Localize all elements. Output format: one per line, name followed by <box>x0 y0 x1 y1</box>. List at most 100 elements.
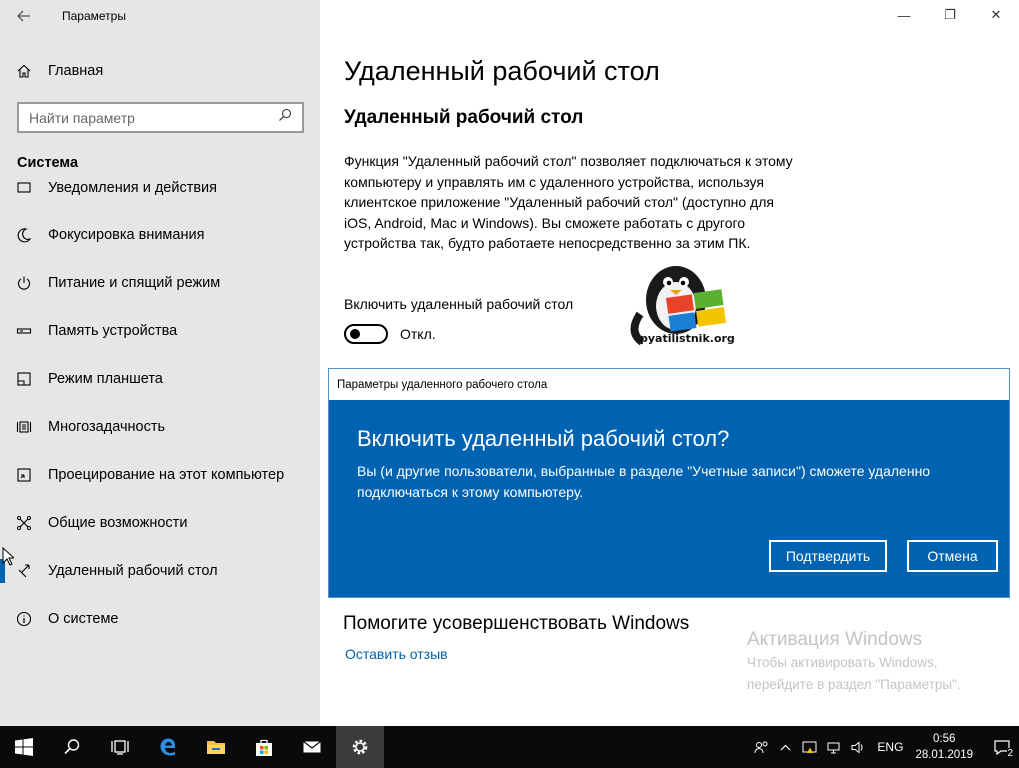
mail-icon <box>303 741 321 753</box>
start-button[interactable] <box>0 726 48 768</box>
sidebar-item-label: Главная <box>48 63 104 79</box>
window-controls: — ❐ ✕ <box>881 0 1019 30</box>
sidebar-item-multitasking[interactable]: Многозадачность <box>0 407 320 447</box>
clock-date: 28.01.2019 <box>915 749 973 761</box>
action-warning-button[interactable] <box>797 726 821 768</box>
chevron-up-icon <box>780 744 791 750</box>
toggle-row: Откл. <box>344 324 436 344</box>
sidebar-item-label: Уведомления и действия <box>48 180 217 196</box>
dialog-heading: Включить удаленный рабочий стол? <box>357 426 730 451</box>
back-button[interactable] <box>0 0 48 32</box>
action-center-button[interactable]: 2 <box>985 726 1019 768</box>
notification-count: 2 <box>1007 748 1013 759</box>
back-arrow-icon <box>17 10 30 22</box>
projecting-icon <box>0 467 48 483</box>
info-icon <box>0 611 48 627</box>
task-view-icon <box>111 740 129 755</box>
toggle-label: Включить удаленный рабочий стол <box>344 296 574 312</box>
settings-button[interactable] <box>336 726 384 768</box>
system-tray: ENG 0:56 28.01.2019 2 <box>749 726 1019 768</box>
restore-button[interactable]: ❐ <box>927 0 973 30</box>
close-button[interactable]: ✕ <box>973 0 1019 30</box>
search-input[interactable] <box>29 109 259 126</box>
sidebar-item-label: Удаленный рабочий стол <box>48 563 218 579</box>
watermark-line: перейдите в раздел "Параметры". <box>747 677 961 692</box>
sidebar-item-storage[interactable]: Память устройства <box>0 311 320 351</box>
language-indicator[interactable]: ENG <box>877 740 903 754</box>
search-box[interactable] <box>17 102 304 133</box>
network-icon <box>827 742 840 753</box>
sidebar: Параметры Главная Система Уведомления и … <box>0 0 320 726</box>
sidebar-item-label: Питание и спящий режим <box>48 275 221 291</box>
start-icon <box>15 738 33 756</box>
store-icon <box>256 739 272 756</box>
logo-text: pyatilistnik.org <box>640 332 735 345</box>
dialog-titlebar: Параметры удаленного рабочего стола <box>329 369 1009 400</box>
multitasking-icon <box>0 419 48 435</box>
description-text: Функция "Удаленный рабочий стол" позволя… <box>344 153 793 251</box>
volume-button[interactable] <box>845 726 869 768</box>
search-button[interactable] <box>48 726 96 768</box>
edge-button[interactable] <box>144 726 192 768</box>
notifications-icon <box>0 180 48 196</box>
minimize-button[interactable]: — <box>881 0 927 30</box>
sidebar-item-focus-assist[interactable]: Фокусировка внимания <box>0 215 320 255</box>
clock-time: 0:56 <box>933 733 956 745</box>
sidebar-item-label: Фокусировка внимания <box>48 227 205 243</box>
focus-assist-icon <box>0 227 48 243</box>
settings-icon <box>352 739 368 755</box>
sidebar-item-power[interactable]: Питание и спящий режим <box>0 263 320 303</box>
titlebar: Параметры <box>0 0 320 32</box>
warning-flag-icon <box>802 741 817 753</box>
cancel-button[interactable]: Отмена <box>907 540 998 572</box>
mail-button[interactable] <box>288 726 336 768</box>
sidebar-item-shared-experiences[interactable]: Общие возможности <box>0 503 320 543</box>
search-icon <box>64 739 80 755</box>
volume-icon <box>851 741 863 753</box>
sidebar-item-about[interactable]: О системе <box>0 599 320 639</box>
sidebar-item-label: Память устройства <box>48 323 178 339</box>
app-title: Параметры <box>62 9 126 23</box>
home-icon <box>0 63 48 79</box>
page-title: Удаленный рабочий стол <box>344 56 660 86</box>
sidebar-item-label: Общие возможности <box>48 515 188 531</box>
taskbar: ENG 0:56 28.01.2019 2 <box>0 726 1019 768</box>
confirm-button[interactable]: Подтвердить <box>769 540 887 572</box>
people-icon <box>754 741 768 753</box>
file-explorer-button[interactable] <box>192 726 240 768</box>
shared-experiences-icon <box>0 515 48 531</box>
dialog-body: Вы (и другие пользователи, выбранные в р… <box>357 463 931 500</box>
task-view-button[interactable] <box>96 726 144 768</box>
mouse-cursor-icon <box>2 547 14 566</box>
main-content: — ❐ ✕ Удаленный рабочий стол Удаленный р… <box>320 0 1019 726</box>
sidebar-item-label: О системе <box>48 611 119 627</box>
storage-icon <box>0 323 48 339</box>
remote-desktop-toggle[interactable] <box>344 324 388 344</box>
tablet-icon <box>0 371 48 387</box>
search-icon[interactable] <box>278 108 292 127</box>
sidebar-item-tablet[interactable]: Режим планшета <box>0 359 320 399</box>
activation-watermark: Активация Windows Чтобы активировать Win… <box>747 629 961 695</box>
sidebar-item-projecting[interactable]: Проецирование на этот компьютер <box>0 455 320 495</box>
clock[interactable]: 0:56 28.01.2019 <box>915 731 973 763</box>
toggle-state-label: Откл. <box>400 326 436 342</box>
watermark-line: Чтобы активировать Windows, <box>747 655 938 670</box>
sidebar-item-label: Проецирование на этот компьютер <box>48 467 285 483</box>
show-hidden-icons-button[interactable] <box>773 726 797 768</box>
people-button[interactable] <box>749 726 773 768</box>
power-icon <box>0 275 48 291</box>
section-title: Удаленный рабочий стол <box>344 107 584 128</box>
sidebar-item-notifications[interactable]: Уведомления и действия <box>0 170 320 208</box>
confirm-dialog: Параметры удаленного рабочего стола Вклю… <box>328 368 1010 598</box>
network-button[interactable] <box>821 726 845 768</box>
sidebar-item-remote-desktop[interactable]: Удаленный рабочий стол <box>0 551 320 591</box>
sidebar-item-label: Режим планшета <box>48 371 163 387</box>
help-title: Помогите усовершенствовать Windows <box>343 613 690 634</box>
watermark-title: Активация Windows <box>747 629 923 650</box>
section-label-system: Система <box>17 155 79 171</box>
sidebar-nav-list: Уведомления и действия Фокусировка внима… <box>0 170 320 640</box>
sidebar-item-home[interactable]: Главная <box>0 54 320 88</box>
file-explorer-icon <box>207 741 225 754</box>
feedback-link[interactable]: Оставить отзыв <box>345 646 448 662</box>
store-button[interactable] <box>240 726 288 768</box>
